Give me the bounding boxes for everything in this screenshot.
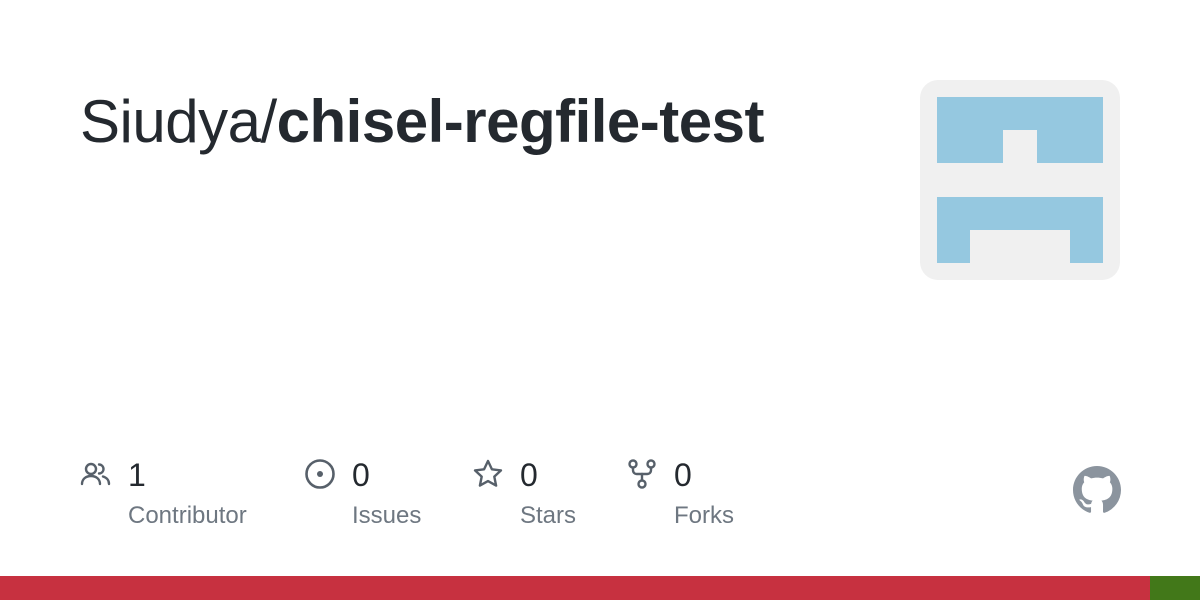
stat-count: 0 [520,457,538,493]
people-icon [80,462,111,486]
github-logo-icon[interactable] [1073,466,1121,514]
stat-count: 0 [352,457,370,493]
language-segment [0,576,1150,600]
stat-label: Issues [352,502,422,529]
star-icon [473,459,503,487]
repo-owner[interactable]: Siudya/ [80,88,277,155]
stat-label: Stars [520,502,577,529]
stat-count: 0 [674,457,692,493]
repo-title: Siudya/chisel-regfile-test [80,86,764,158]
issue-icon [305,459,335,489]
stat-count: 1 [128,457,146,493]
repo-name[interactable]: chisel-regfile-test [277,88,765,155]
language-bar [0,576,1200,600]
owner-avatar [920,80,1120,280]
fork-icon [628,459,656,489]
stat-label: Forks [674,502,734,529]
stat-label: Contributor [128,502,247,529]
identicon [937,97,1103,263]
language-segment [1149,576,1200,600]
